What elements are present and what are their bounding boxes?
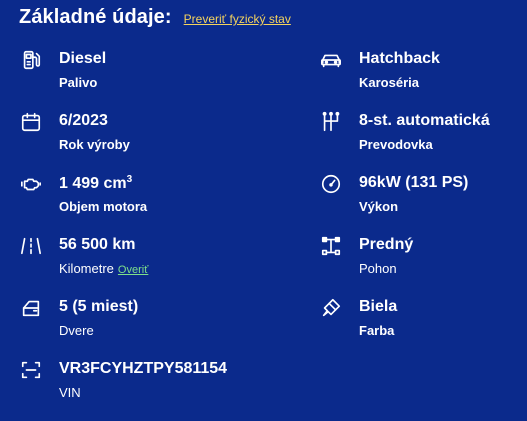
power-value: 96kW (131 PS) (359, 174, 469, 191)
drive-label: Pohon (359, 261, 397, 276)
scan-icon (20, 359, 42, 381)
fuel-pump-icon (20, 49, 42, 71)
year-label: Rok výroby (59, 137, 130, 152)
engine-value: 1 499 cm3 (59, 174, 133, 192)
body-value: Hatchback (359, 50, 440, 67)
check-condition-link[interactable]: Preveriť fyzický stav (184, 12, 291, 26)
fuel-label: Palivo (59, 75, 98, 90)
gearbox-icon (320, 111, 342, 133)
body-label: Karoséria (359, 75, 419, 90)
mileage-label: Kilometre Overiť (59, 261, 149, 276)
paint-brush-icon (320, 297, 342, 319)
section-title: Základné údaje: (19, 6, 172, 28)
drivetrain-icon (320, 235, 342, 257)
mileage-value: 56 500 km (59, 236, 136, 253)
verify-mileage-link[interactable]: Overiť (118, 264, 148, 276)
calendar-icon (20, 111, 42, 133)
gearbox-value: 8-st. automatická (359, 112, 490, 129)
engine-unit-superscript: 3 (126, 174, 133, 185)
car-door-icon (20, 297, 42, 319)
year-value: 6/2023 (59, 112, 108, 129)
gearbox-label: Prevodovka (359, 137, 433, 152)
drive-value: Predný (359, 236, 414, 253)
vin-label: VIN (59, 385, 81, 400)
engine-label: Objem motora (59, 199, 148, 214)
vin-value: VR3FCYHZTPY581154 (59, 360, 228, 377)
doors-value: 5 (5 miest) (59, 298, 139, 315)
doors-label: Dvere (59, 323, 94, 338)
color-label: Farba (359, 323, 395, 338)
road-icon (20, 235, 42, 257)
engine-icon (20, 173, 42, 195)
fuel-value: Diesel (59, 50, 107, 67)
details-header: Základné údaje: Preveriť fyzický stav (19, 6, 291, 29)
power-label: Výkon (359, 199, 399, 214)
speedometer-icon (320, 173, 342, 195)
car-icon (320, 49, 342, 71)
color-value: Biela (359, 298, 398, 315)
